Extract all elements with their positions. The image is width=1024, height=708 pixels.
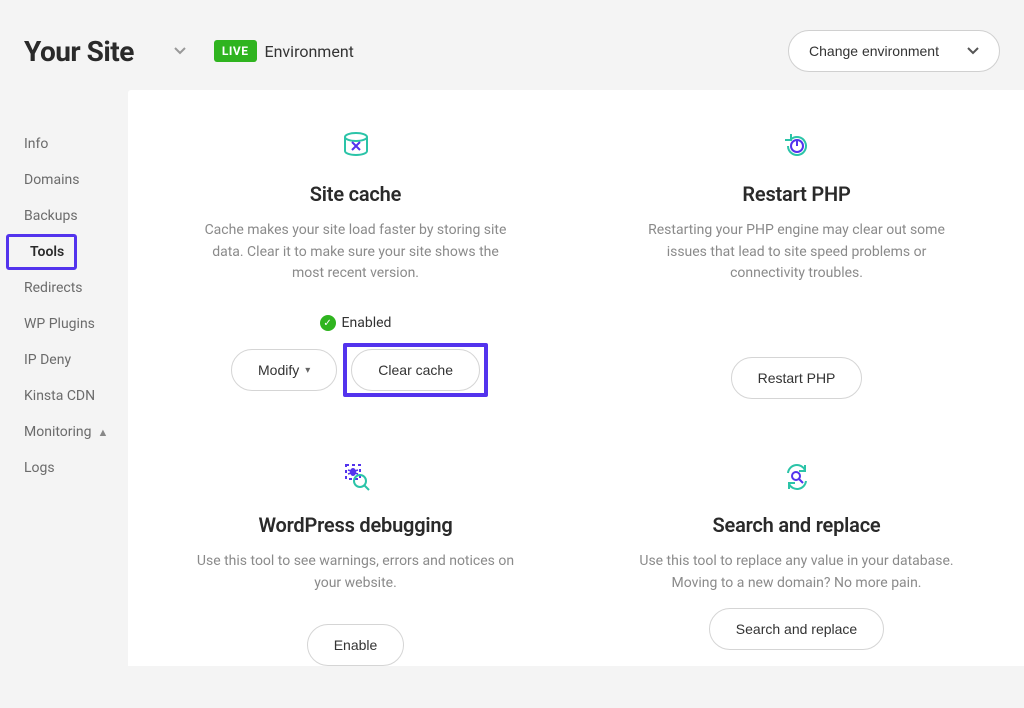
restart-icon: [779, 128, 815, 164]
card-title: WordPress debugging: [258, 513, 452, 537]
database-cache-icon: [338, 128, 374, 164]
sidebar-item-label: Domains: [24, 172, 79, 188]
modify-button[interactable]: Modify ▾: [231, 349, 337, 391]
card-title: Search and replace: [713, 513, 881, 537]
chevron-down-icon: ▾: [305, 365, 310, 376]
live-badge: LIVE: [214, 40, 257, 62]
change-environment-label: Change environment: [809, 43, 939, 59]
sidebar-item-label: Monitoring: [24, 424, 92, 440]
chevron-down-icon[interactable]: [174, 47, 186, 55]
site-cache-card: Site cache Cache makes your site load fa…: [150, 128, 561, 399]
card-title: Site cache: [310, 182, 401, 206]
status-label: Enabled: [342, 315, 392, 331]
button-label: Restart PHP: [758, 370, 836, 386]
sidebar: Info Domains Backups Tools Redirects WP …: [0, 90, 128, 666]
sidebar-item-label: IP Deny: [24, 352, 71, 368]
cache-status: ✓ Enabled: [320, 315, 392, 331]
environment-label: Environment: [265, 42, 354, 61]
indicator-icon: ▲: [98, 426, 109, 439]
sidebar-item-label: Logs: [24, 460, 55, 476]
wordpress-debugging-card: WordPress debugging Use this tool to see…: [150, 459, 561, 666]
sidebar-item-kinsta-cdn[interactable]: Kinsta CDN: [0, 378, 128, 414]
search-replace-button[interactable]: Search and replace: [709, 608, 884, 650]
check-icon: ✓: [320, 315, 336, 331]
sidebar-item-monitoring[interactable]: Monitoring ▲: [0, 414, 128, 450]
environment-indicator: LIVE Environment: [214, 40, 354, 62]
card-description: Cache makes your site load faster by sto…: [196, 220, 516, 285]
sidebar-item-backups[interactable]: Backups: [0, 198, 128, 234]
tools-panel: Site cache Cache makes your site load fa…: [128, 90, 1024, 666]
site-title: Your Site: [24, 35, 134, 68]
enable-debug-button[interactable]: Enable: [307, 624, 405, 666]
button-label: Enable: [334, 637, 378, 653]
sidebar-item-info[interactable]: Info: [0, 126, 128, 162]
sidebar-item-domains[interactable]: Domains: [0, 162, 128, 198]
clear-cache-button[interactable]: Clear cache: [351, 349, 480, 391]
sidebar-item-label: Info: [24, 136, 48, 152]
header: Your Site LIVE Environment Change enviro…: [0, 0, 1024, 90]
change-environment-button[interactable]: Change environment: [788, 30, 1000, 72]
sidebar-item-label: WP Plugins: [24, 316, 95, 332]
button-label: Search and replace: [736, 621, 857, 637]
sidebar-item-label: Tools: [30, 244, 64, 260]
button-label: Modify: [258, 362, 299, 378]
chevron-down-icon: [967, 47, 979, 55]
bug-search-icon: [338, 459, 374, 495]
sidebar-item-logs[interactable]: Logs: [0, 450, 128, 486]
search-replace-icon: [779, 459, 815, 495]
card-description: Use this tool to replace any value in yo…: [637, 551, 957, 594]
card-description: Use this tool to see warnings, errors an…: [196, 551, 516, 594]
restart-php-button[interactable]: Restart PHP: [731, 357, 863, 399]
sidebar-item-redirects[interactable]: Redirects: [0, 270, 128, 306]
sidebar-item-ip-deny[interactable]: IP Deny: [0, 342, 128, 378]
sidebar-item-label: Backups: [24, 208, 78, 224]
search-replace-card: Search and replace Use this tool to repl…: [591, 459, 1002, 666]
button-label: Clear cache: [378, 362, 453, 378]
restart-php-card: Restart PHP Restarting your PHP engine m…: [591, 128, 1002, 399]
card-description: Restarting your PHP engine may clear out…: [637, 220, 957, 285]
sidebar-item-tools[interactable]: Tools: [6, 234, 77, 270]
sidebar-item-wp-plugins[interactable]: WP Plugins: [0, 306, 128, 342]
sidebar-item-label: Kinsta CDN: [24, 388, 95, 404]
sidebar-item-label: Redirects: [24, 280, 83, 296]
card-title: Restart PHP: [742, 182, 850, 206]
